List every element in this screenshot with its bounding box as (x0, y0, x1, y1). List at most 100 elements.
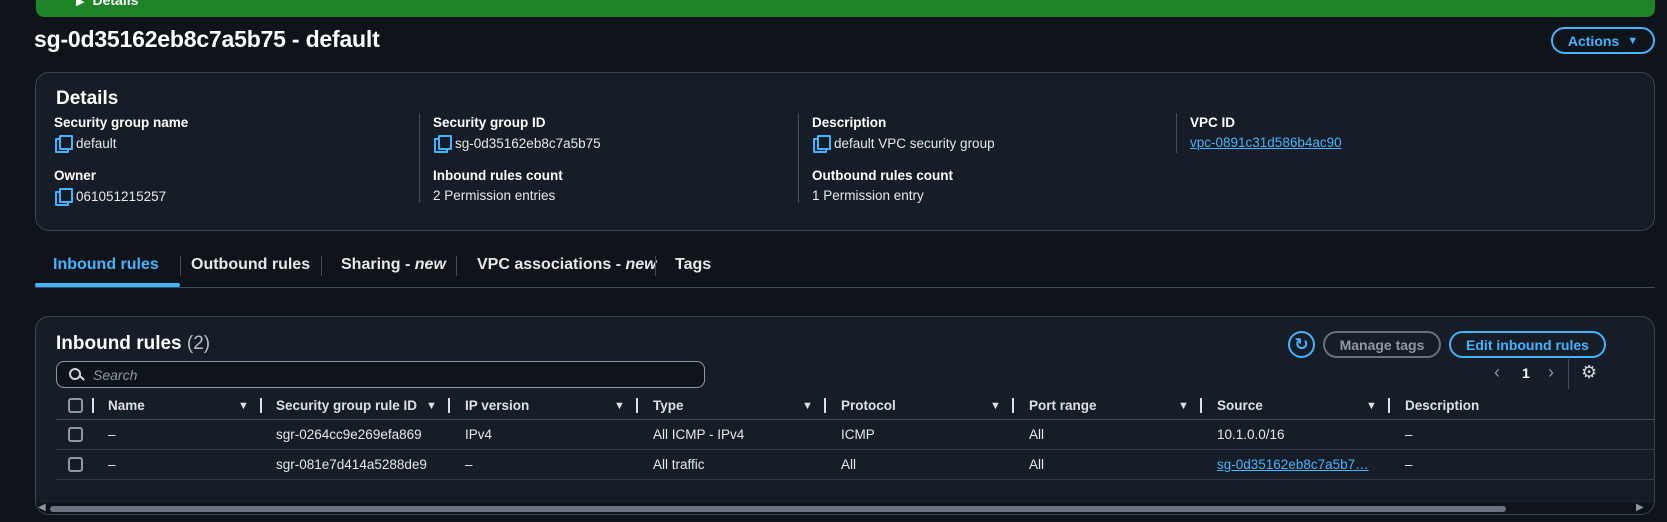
cell-type: All ICMP - IPv4 (653, 427, 745, 442)
column-resizer[interactable] (260, 398, 262, 413)
sort-down-icon[interactable]: ▼ (614, 400, 625, 412)
column-divider (1176, 113, 1177, 153)
tab-divider (321, 256, 322, 276)
column-resizer[interactable] (1012, 398, 1014, 413)
chevron-left-icon[interactable]: ‹ (1494, 362, 1500, 383)
search-input[interactable] (93, 366, 673, 383)
column-resizer[interactable] (636, 398, 638, 413)
col-header-port-range[interactable]: Port range (1029, 391, 1097, 419)
gear-icon[interactable]: ⚙ (1581, 362, 1597, 383)
tab-outbound-rules[interactable]: Outbound rules (191, 256, 310, 274)
field-vpc-id: VPC ID vpc-0891c31d586b4ac90 (1190, 115, 1342, 150)
column-resizer[interactable] (448, 398, 450, 413)
cell-port-range: All (1029, 457, 1045, 472)
sort-down-icon[interactable]: ▼ (1178, 400, 1189, 412)
column-divider (419, 113, 420, 203)
field-description: Description default VPC security group (812, 115, 995, 153)
refresh-button[interactable]: ↻ (1288, 331, 1315, 358)
search-icon (69, 367, 83, 382)
source-security-group-link[interactable]: sg-0d35162eb8c7a5b7… (1217, 457, 1369, 472)
col-header-source[interactable]: Source (1217, 391, 1263, 419)
col-header-rule-id[interactable]: Security group rule ID (276, 391, 417, 419)
table-row[interactable]: – sgr-081e7d414a5288de9 – All traffic Al… (56, 450, 1654, 480)
field-label: Security group name (54, 115, 189, 130)
cell-protocol: ICMP (841, 427, 875, 442)
details-heading: Details (56, 88, 119, 109)
col-header-type[interactable]: Type (653, 391, 684, 419)
actions-dropdown-button[interactable]: Actions ▼ (1551, 27, 1655, 54)
tab-divider (655, 256, 656, 276)
field-label: Security group ID (433, 115, 546, 130)
scrollbar-thumb[interactable] (50, 506, 1506, 512)
table-header-row: Name ▼ Security group rule ID ▼ IP versi… (56, 391, 1654, 420)
manage-tags-button[interactable]: Manage tags (1323, 331, 1441, 358)
cell-description: – (1405, 427, 1413, 442)
table-row[interactable]: – sgr-0264cc9e269efa869 IPv4 All ICMP - … (56, 420, 1654, 450)
tab-bar: Inbound rules Outbound rules Sharing - n… (35, 250, 1655, 288)
sort-down-icon[interactable]: ▼ (1366, 400, 1377, 412)
field-value: default (76, 135, 117, 151)
col-header-name[interactable]: Name (108, 391, 145, 419)
sort-down-icon[interactable]: ▼ (990, 400, 1001, 412)
field-security-group-id: Security group ID sg-0d35162eb8c7a5b75 (433, 115, 601, 153)
rules-table: Name ▼ Security group rule ID ▼ IP versi… (56, 391, 1654, 480)
field-inbound-rules-count: Inbound rules count 2 Permission entries (433, 168, 563, 203)
vpc-id-link[interactable]: vpc-0891c31d586b4ac90 (1190, 135, 1342, 150)
scroll-left-icon[interactable]: ◀ (38, 502, 46, 513)
tab-divider (180, 256, 181, 276)
field-value: 061051215257 (76, 188, 167, 204)
new-badge: new (625, 256, 657, 273)
inbound-rules-panel: Inbound rules (2) ↻ Manage tags Edit inb… (35, 316, 1655, 515)
column-resizer[interactable] (824, 398, 826, 413)
rules-count: (2) (186, 333, 211, 354)
col-header-protocol[interactable]: Protocol (841, 391, 896, 419)
field-value: 1 Permission entry (812, 188, 924, 203)
caret-right-icon: ▶ (76, 0, 85, 8)
new-badge: new (414, 256, 446, 273)
column-resizer[interactable] (1388, 398, 1390, 413)
row-checkbox[interactable] (68, 427, 83, 442)
field-value: sg-0d35162eb8c7a5b75 (455, 135, 601, 151)
edit-inbound-rules-button[interactable]: Edit inbound rules (1449, 331, 1606, 358)
copy-icon[interactable] (54, 188, 73, 206)
cell-protocol: All (841, 457, 857, 472)
sort-down-icon[interactable]: ▼ (802, 400, 813, 412)
copy-icon[interactable] (812, 135, 831, 153)
success-flash-banner: ▶ Details (36, 0, 1655, 17)
column-resizer[interactable] (92, 398, 94, 413)
field-outbound-rules-count: Outbound rules count 1 Permission entry (812, 168, 953, 203)
tab-inbound-rules[interactable]: Inbound rules (53, 256, 159, 274)
tab-sharing[interactable]: Sharing - new (341, 256, 446, 274)
col-header-ip-version[interactable]: IP version (465, 391, 529, 419)
active-tab-indicator (35, 283, 180, 287)
cell-ip-version: IPv4 (465, 427, 493, 442)
field-value: 2 Permission entries (433, 188, 556, 203)
horizontal-scrollbar[interactable]: ◀ ▶ (36, 502, 1654, 514)
copy-icon[interactable] (433, 135, 452, 153)
field-label: Outbound rules count (812, 168, 953, 183)
column-resizer[interactable] (1200, 398, 1202, 413)
sort-down-icon[interactable]: ▼ (426, 400, 437, 412)
pager-divider (1568, 359, 1569, 389)
scroll-right-icon[interactable]: ▶ (1636, 502, 1644, 513)
cell-name: – (108, 457, 116, 472)
chevron-right-icon[interactable]: › (1548, 362, 1554, 383)
cell-rule-id: sgr-081e7d414a5288de9 (276, 457, 427, 472)
flash-details-toggle[interactable]: ▶ Details (76, 0, 138, 8)
sort-down-icon[interactable]: ▼ (238, 400, 249, 412)
tab-divider (456, 256, 457, 276)
refresh-icon: ↻ (1294, 334, 1309, 354)
copy-icon[interactable] (54, 135, 73, 153)
tab-vpc-associations[interactable]: VPC associations - new (477, 256, 657, 274)
field-label: Description (812, 115, 887, 130)
col-header-description[interactable]: Description (1405, 391, 1479, 419)
cell-description: – (1405, 457, 1413, 472)
row-checkbox[interactable] (68, 457, 83, 472)
cell-port-range: All (1029, 427, 1045, 442)
tab-tags[interactable]: Tags (675, 256, 711, 274)
cell-source: 10.1.0.0/16 (1217, 427, 1285, 442)
page-number[interactable]: 1 (1522, 365, 1530, 381)
inbound-rules-heading: Inbound rules (2) (56, 333, 211, 354)
cell-rule-id: sgr-0264cc9e269efa869 (276, 427, 422, 442)
select-all-checkbox[interactable] (68, 397, 83, 413)
